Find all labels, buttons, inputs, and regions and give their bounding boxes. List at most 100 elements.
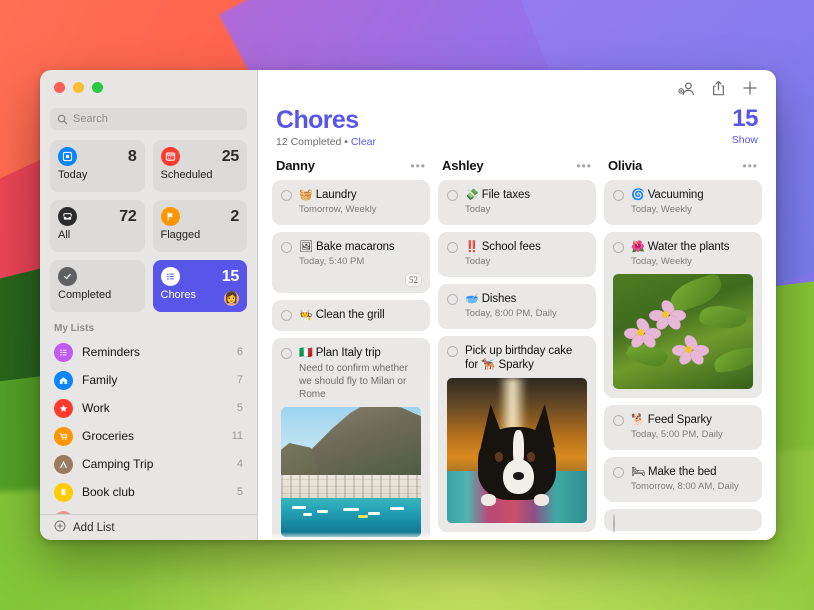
complete-circle[interactable]	[281, 348, 292, 359]
column-menu-button[interactable]: •••	[410, 162, 426, 170]
sidebar-item-camping-trip[interactable]: Camping Trip 4	[50, 450, 247, 478]
reminder-card-vacuuming[interactable]: 🌀 Vacuuming Today, Weekly	[604, 180, 762, 225]
minimize-button[interactable]	[73, 82, 84, 93]
complete-circle[interactable]	[281, 310, 292, 321]
complete-circle[interactable]	[447, 346, 458, 357]
reminder-card-make-the-bed[interactable]: 🛏 Make the bed Tomorrow, 8:00 AM, Daily	[604, 457, 762, 502]
add-list-label: Add List	[73, 522, 115, 534]
plus-circle-icon	[54, 519, 66, 537]
complete-circle[interactable]	[613, 467, 624, 478]
complete-circle[interactable]	[281, 242, 292, 253]
column-menu-button[interactable]: •••	[742, 162, 758, 170]
reminder-meta: Today	[465, 256, 587, 268]
smart-list-grid: 8 Today 25 Scheduled	[40, 130, 257, 312]
checkmark-icon	[58, 267, 77, 286]
smart-list-all[interactable]: 72 All	[50, 200, 145, 252]
complete-circle[interactable]	[613, 415, 624, 426]
reminder-title: Make the bed	[648, 466, 717, 478]
reminder-meta: Today, Weekly	[631, 256, 753, 268]
dog-icon: 🐕	[631, 414, 645, 426]
complete-circle[interactable]	[613, 190, 624, 201]
reminder-card-new[interactable]	[604, 509, 762, 531]
reminder-card-file-taxes[interactable]: 💸 File taxes Today	[438, 180, 596, 225]
list-icon	[161, 267, 180, 286]
money-with-wings-icon: 💸	[465, 189, 479, 201]
reminder-card-plan-italy-trip[interactable]: 🇮🇹 Plan Italy trip Need to confirm wheth…	[272, 338, 430, 540]
sidebar-item-count: 11	[232, 430, 243, 442]
sidebar-item-book-club[interactable]: Book club 5	[50, 478, 247, 506]
window-controls	[40, 70, 257, 93]
reminder-card-bake-macarons[interactable]: 🖼 Bake macarons Today, 5:40 PM 52	[272, 232, 430, 293]
complete-circle[interactable]	[281, 190, 292, 201]
column-title: Ashley	[442, 158, 483, 173]
sidebar-item-reminders[interactable]: Reminders 6	[50, 338, 247, 366]
reminders-window: Search 8 Today	[40, 70, 776, 540]
reminder-title: School fees	[482, 241, 541, 253]
reminder-card-water-the-plants[interactable]: 🌺 Water the plants Today, Weekly	[604, 232, 762, 398]
toolbar	[258, 70, 776, 106]
separator-dot: •	[344, 136, 348, 148]
reminder-photo-italy[interactable]	[281, 407, 421, 537]
reminder-meta: Today, 5:00 PM, Daily	[631, 429, 753, 441]
column-menu-button[interactable]: •••	[576, 162, 592, 170]
sidebar-item-groceries[interactable]: Groceries 11	[50, 422, 247, 450]
flagged-count: 2	[230, 208, 239, 226]
share-icon[interactable]	[711, 80, 726, 97]
reminder-card-laundry[interactable]: 🧺 Laundry Tomorrow, Weekly	[272, 180, 430, 225]
sidebar-item-family[interactable]: Family 7	[50, 366, 247, 394]
column-container: Danny ••• 🧺 Laundry Tomorrow, Weekly	[258, 148, 776, 540]
reminder-card-feed-sparky[interactable]: 🐕 Feed Sparky Today, 5:00 PM, Daily	[604, 405, 762, 450]
bowl-icon: 🥣	[465, 293, 479, 305]
completed-summary: 12 Completed • Clear	[276, 136, 732, 148]
smart-list-chores[interactable]: 15 Chores 👩	[153, 260, 248, 312]
reminder-card-new[interactable]	[438, 539, 596, 540]
sidebar: Search 8 Today	[40, 70, 258, 540]
reminder-card-clean-the-grill[interactable]: 🧑‍🍳 Clean the grill	[272, 300, 430, 331]
show-button[interactable]: Show	[732, 134, 758, 146]
complete-circle[interactable]	[447, 190, 458, 201]
reminder-card-school-fees[interactable]: ‼️ School fees Today	[438, 232, 596, 277]
column-danny: Danny ••• 🧺 Laundry Tomorrow, Weekly	[272, 158, 430, 540]
reminder-title: Feed Sparky	[648, 414, 712, 426]
reminder-photo-flowers[interactable]	[613, 274, 753, 389]
reminder-note: Need to confirm whether we should fly to…	[299, 362, 421, 401]
reminder-photo-dog[interactable]	[447, 378, 587, 523]
smart-list-today[interactable]: 8 Today	[50, 140, 145, 192]
clear-button[interactable]: Clear	[351, 136, 376, 148]
reminder-title: Laundry	[316, 189, 357, 201]
sidebar-item-work[interactable]: Work 5	[50, 394, 247, 422]
complete-circle[interactable]	[447, 294, 458, 305]
column-header: Olivia •••	[604, 158, 762, 180]
reminder-card-dishes[interactable]: 🥣 Dishes Today, 8:00 PM, Daily	[438, 284, 596, 329]
complete-circle[interactable]	[613, 242, 624, 253]
my-lists: Reminders 6 Family 7 Work 5	[40, 338, 257, 514]
complete-circle[interactable]	[447, 242, 458, 253]
chores-count: 15	[222, 268, 239, 286]
attachment-badge: 52	[406, 274, 421, 286]
completed-text: 12 Completed	[276, 136, 341, 148]
column-header: Danny •••	[272, 158, 430, 180]
smart-list-completed[interactable]: Completed	[50, 260, 145, 312]
sidebar-item-label: Camping Trip	[82, 457, 228, 471]
search-field[interactable]: Search	[50, 108, 247, 130]
plus-icon[interactable]	[742, 80, 758, 96]
add-list-button[interactable]: Add List	[40, 514, 257, 540]
add-person-icon[interactable]	[678, 81, 695, 96]
zoom-button[interactable]	[92, 82, 103, 93]
sidebar-item-gardening[interactable]: Gardening 15	[50, 506, 247, 514]
reminder-card-birthday-cake[interactable]: Pick up birthday cake for 🐕‍🦺 Sparky	[438, 336, 596, 532]
close-button[interactable]	[54, 82, 65, 93]
smart-list-flagged[interactable]: 2 Flagged	[153, 200, 248, 252]
today-label: Today	[58, 169, 137, 181]
sidebar-item-count: 4	[237, 458, 243, 470]
smart-list-scheduled[interactable]: 25 Scheduled	[153, 140, 248, 192]
reminder-count: 15	[732, 106, 758, 132]
list-header: Chores 12 Completed • Clear 15 Show	[258, 106, 776, 148]
reminder-title: Dishes	[482, 293, 517, 305]
sidebar-item-count: 7	[237, 374, 243, 386]
complete-circle[interactable]	[613, 514, 615, 533]
reminder-title: Pick up birthday cake for 🐕‍🦺 Sparky	[465, 344, 587, 372]
flag-icon	[161, 207, 180, 226]
my-lists-header: My Lists	[40, 312, 257, 338]
tent-icon	[54, 455, 73, 474]
